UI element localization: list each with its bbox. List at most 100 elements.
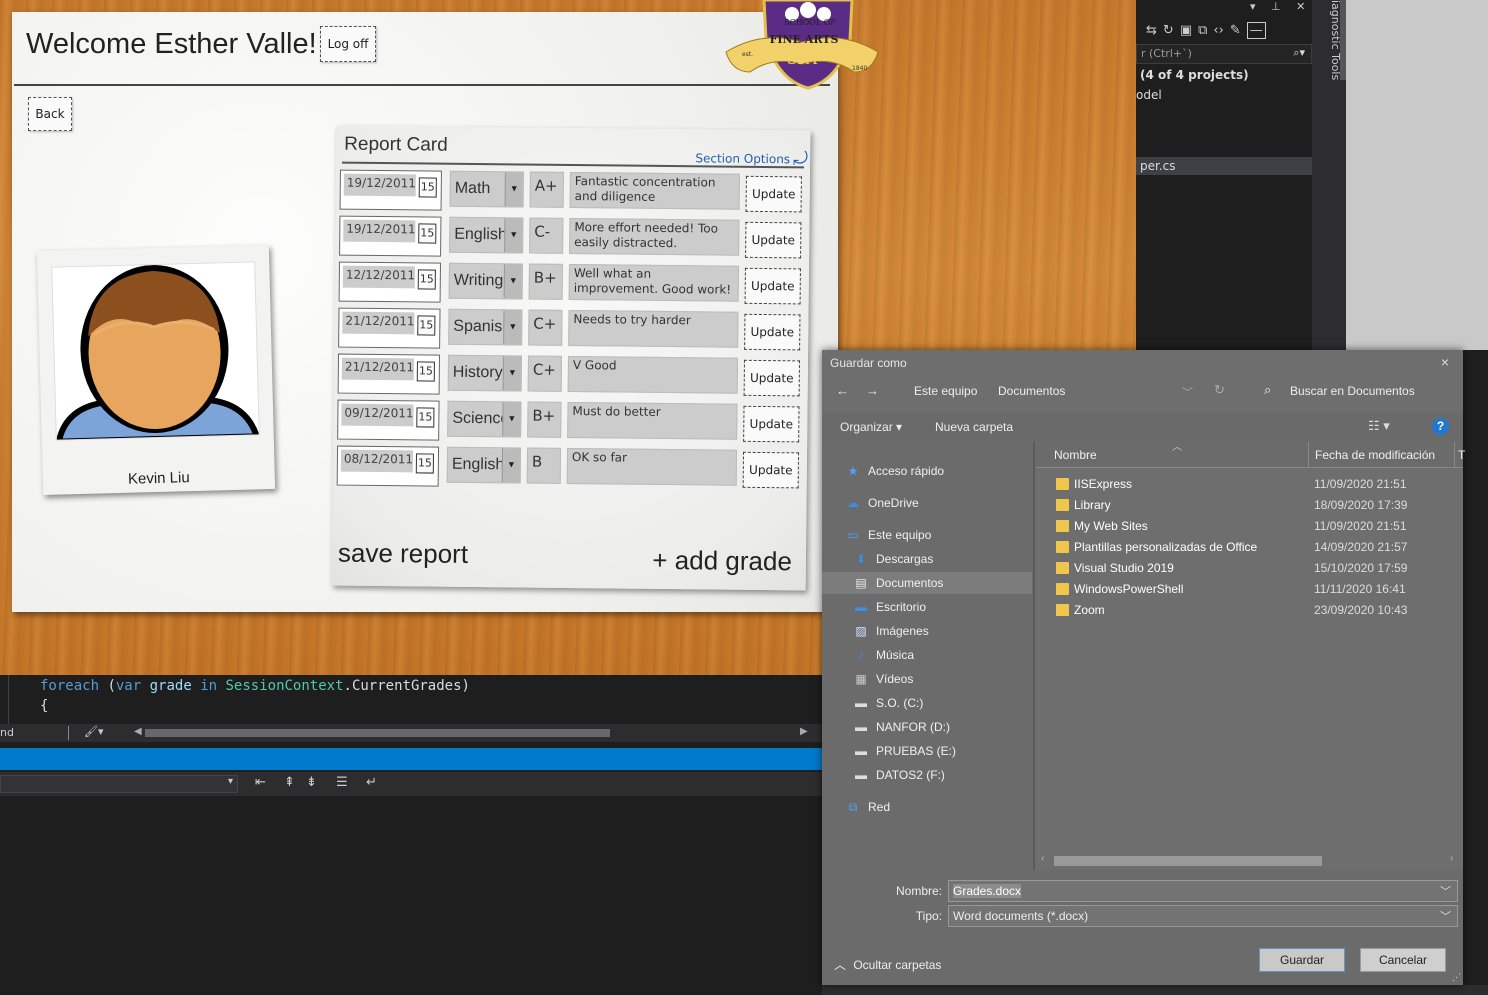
wrap-icon[interactable]: ↵	[366, 775, 377, 790]
calendar-icon[interactable]: 15	[416, 407, 435, 428]
subject-select[interactable]: Math ▼	[449, 170, 524, 208]
subject-select[interactable]: History ▼	[447, 354, 523, 392]
chevron-down-icon[interactable]: ▼	[503, 264, 522, 299]
minus-icon[interactable]: —	[1246, 21, 1266, 39]
grade-input[interactable]: C-	[529, 217, 564, 254]
grade-input[interactable]: B+	[528, 263, 563, 300]
grade-input[interactable]: B	[526, 447, 562, 484]
date-value[interactable]: 09/12/2011	[341, 403, 414, 427]
date-value[interactable]: 12/12/2011	[342, 265, 415, 289]
scroll-right-icon[interactable]: ▶	[800, 726, 808, 737]
vs-tree-item-file[interactable]: per.cs	[1136, 157, 1312, 175]
wrench-icon[interactable]: ✎	[1230, 23, 1241, 38]
column-name[interactable]: Nombre	[1054, 448, 1097, 462]
calendar-icon[interactable]: 15	[416, 361, 435, 382]
subject-select[interactable]: English ▼	[449, 216, 524, 254]
scroll-left-icon[interactable]: ◀	[134, 726, 142, 737]
save-button[interactable]: Guardar	[1259, 948, 1345, 972]
scroll-right-icon[interactable]: ›	[1450, 853, 1453, 864]
date-picker[interactable]: 09/12/2011 15	[337, 399, 440, 441]
nav-item-nanfor-d[interactable]: ▬ NANFOR (D:)	[822, 716, 1032, 738]
date-value[interactable]: 08/12/2011	[340, 449, 413, 473]
subject-select[interactable]: Writing ▼	[448, 262, 523, 300]
back-button[interactable]: Back	[28, 97, 72, 131]
search-input[interactable]: ⌕ Buscar en Documentos	[1262, 380, 1452, 404]
list-item[interactable]: Library 18/09/2020 17:39	[1036, 495, 1463, 516]
forward-arrow-icon[interactable]: →	[866, 383, 879, 398]
comment-input[interactable]: Needs to try harder	[568, 309, 739, 348]
comment-input[interactable]: More effort needed! Too easily distracte…	[569, 217, 740, 256]
sync-icon[interactable]: ⇆	[1146, 23, 1157, 38]
list-item[interactable]: Plantillas personalizadas de Office 14/09…	[1036, 537, 1463, 558]
date-value[interactable]: 19/12/2011	[343, 173, 416, 197]
calendar-icon[interactable]: 15	[415, 453, 434, 474]
comment-input[interactable]: Must do better	[567, 401, 738, 440]
update-button[interactable]: Update	[744, 313, 801, 351]
scroll-thumb[interactable]	[145, 729, 610, 737]
subject-select[interactable]: Science ▼	[447, 400, 522, 438]
add-grade-button[interactable]: + add grade	[652, 545, 792, 577]
resize-grip-icon[interactable]: ⋰	[1452, 972, 1461, 983]
organize-menu[interactable]: Organizar ▾	[840, 420, 902, 434]
calendar-icon[interactable]: 15	[418, 223, 437, 244]
save-report-button[interactable]: save report	[338, 538, 468, 570]
grade-input[interactable]: C+	[527, 355, 563, 392]
nav-item-pruebas-e[interactable]: ▬ PRUEBAS (E:)	[822, 740, 1032, 762]
prev-icon[interactable]: ⇞	[284, 775, 295, 790]
calendar-icon[interactable]: 15	[418, 177, 437, 198]
list-item[interactable]: IISExpress 11/09/2020 21:51	[1036, 474, 1463, 495]
search-icon[interactable]: ⌕▾	[1293, 46, 1305, 60]
column-type[interactable]: T	[1458, 448, 1465, 462]
nav-item-im-genes[interactable]: ▨ Imágenes	[822, 620, 1032, 642]
nav-item-este-equipo[interactable]: ▭ Este equipo	[822, 524, 1032, 546]
list-item[interactable]: Visual Studio 2019 15/10/2020 17:59	[1036, 558, 1463, 579]
code-icon[interactable]: ‹›	[1213, 23, 1223, 38]
subject-select[interactable]: English ▼	[446, 446, 522, 484]
breadcrumb-documentos[interactable]: Documentos	[998, 384, 1065, 398]
clear-icon[interactable]: ☰	[336, 775, 348, 790]
chevron-down-icon[interactable]: ▼	[504, 172, 523, 207]
chevron-down-icon[interactable]: ▼	[502, 356, 522, 391]
vs-tree-item-model[interactable]: odel	[1136, 88, 1162, 102]
update-button[interactable]: Update	[743, 359, 800, 397]
file-list-hscroll[interactable]: ‹ ›	[1036, 852, 1463, 868]
hide-folders-toggle[interactable]: ︿ Ocultar carpetas	[834, 956, 941, 973]
chevron-down-icon[interactable]: ﹀	[1440, 908, 1451, 924]
subject-select[interactable]: Spanish ▼	[448, 308, 523, 346]
nav-item-documentos[interactable]: ▤ Documentos	[822, 572, 1032, 594]
date-picker[interactable]: 12/12/2011 15	[338, 261, 441, 303]
update-button[interactable]: Update	[743, 405, 800, 443]
date-picker[interactable]: 21/12/2011 15	[338, 307, 441, 349]
next-icon[interactable]: ⇟	[306, 775, 317, 790]
close-icon[interactable]: ×	[1441, 354, 1449, 370]
column-date[interactable]: Fecha de modificación	[1315, 448, 1435, 462]
breadcrumb-este-equipo[interactable]: Este equipo	[914, 384, 977, 398]
vs-pane-controls[interactable]: ▾ ⊥ ✕	[1250, 0, 1311, 13]
vs-solution-search[interactable]: r (Ctrl+`) ⌕▾	[1136, 44, 1312, 64]
section-options-link[interactable]: Section Options	[695, 151, 790, 166]
cancel-button[interactable]: Cancelar	[1360, 948, 1446, 972]
refresh-icon[interactable]: ↻	[1214, 382, 1225, 398]
date-value[interactable]: 21/12/2011	[341, 357, 414, 381]
find-icon[interactable]: ⇤	[255, 775, 266, 790]
filename-input[interactable]: Grades.docx ﹀	[948, 880, 1458, 902]
grade-input[interactable]: A+	[529, 171, 564, 208]
vs-editor-hscroll[interactable]: nd 🖌▾ ◀ ▶	[0, 724, 822, 742]
chevron-down-icon[interactable]: ﹀	[1182, 384, 1193, 400]
scroll-thumb[interactable]	[1054, 856, 1322, 866]
comment-input[interactable]: V Good	[567, 355, 739, 394]
date-picker[interactable]: 08/12/2011 15	[336, 445, 440, 487]
update-button[interactable]: Update	[742, 451, 800, 489]
vs-solution-label[interactable]: (4 of 4 projects)	[1140, 68, 1249, 82]
refresh-icon[interactable]: ↻	[1163, 23, 1174, 38]
list-item[interactable]: WindowsPowerShell 11/11/2020 16:41	[1036, 579, 1463, 600]
comment-input[interactable]: Well what an improvement. Good work!	[568, 263, 739, 302]
comment-input[interactable]: Fantastic concentration and diligence	[569, 171, 740, 210]
list-item[interactable]: Zoom 23/09/2020 10:43	[1036, 600, 1463, 621]
vs-output-source-select[interactable]: ▾	[0, 775, 238, 793]
comment-input[interactable]: OK so far	[566, 447, 738, 486]
nav-item-acceso-r-pido[interactable]: ★ Acceso rápido	[822, 460, 1032, 482]
nav-item-m-sica[interactable]: ♪ Música	[822, 644, 1032, 666]
brush-icon[interactable]: 🖌▾	[84, 725, 104, 738]
calendar-icon[interactable]: 15	[417, 269, 436, 290]
